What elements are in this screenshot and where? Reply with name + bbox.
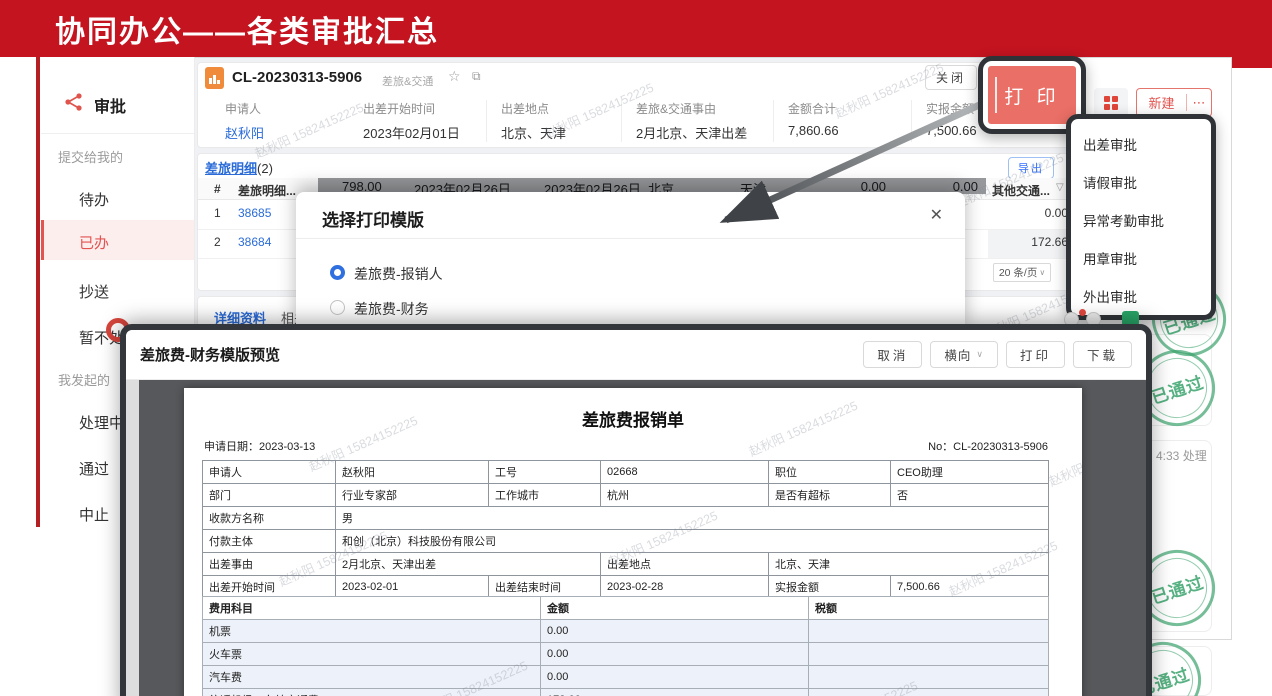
radio-template-reimburser[interactable] (330, 265, 345, 280)
new-approval-menu: 出差审批 请假审批 异常考勤审批 用章审批 外出审批 (1066, 114, 1216, 320)
print-confirm-button[interactable]: 打印 (1006, 341, 1065, 368)
dialog-divider (296, 238, 965, 239)
row-index: 1 (214, 206, 221, 220)
close-button[interactable]: 关闭 (925, 65, 977, 90)
doc-tag: 差旅&交通 (382, 73, 433, 89)
dialog-close-icon[interactable]: ✕ (930, 205, 943, 225)
detail-card-title: 差旅明细(2) (205, 158, 273, 177)
scrollbar[interactable] (126, 380, 139, 696)
print-template-dialog: 选择打印模版 ✕ 差旅费-报销人 差旅费-财务 (296, 192, 965, 332)
banner-corner (1232, 0, 1272, 68)
filter-icon[interactable]: ▽ (1056, 182, 1064, 193)
menu-item-business-trip[interactable]: 出差审批 (1071, 125, 1211, 163)
sidebar-item-processing[interactable]: 处理中 (79, 412, 124, 433)
radio-label-reimburser[interactable]: 差旅费-报销人 (354, 264, 443, 284)
row-other-value: 172.66 (990, 235, 1068, 249)
chevron-down-icon: ∨ (976, 349, 984, 360)
col-index-header: # (214, 182, 221, 196)
form-title: 差旅费报销单 (184, 406, 1082, 431)
slide-banner: 协同办公——各类审批汇总 (0, 0, 1272, 57)
row-id-link[interactable]: 38685 (238, 206, 271, 220)
row-other-value: 0.00 (990, 206, 1068, 220)
sidebar-section-submitted: 提交给我的 (58, 147, 123, 166)
slide-canvas: 协同办公——各类审批汇总 审批 提交给我的 待办 已办 抄送 暂不处理 我发起的… (0, 0, 1272, 696)
dialog-title: 选择打印模版 (322, 206, 424, 231)
export-button[interactable]: 导出 (1008, 157, 1054, 179)
preview-page: 差旅费报销单 申请日期：2023-03-13 No：CL-20230313-59… (184, 388, 1082, 696)
radio-label-finance[interactable]: 差旅费-财务 (354, 299, 429, 319)
external-link-icon[interactable]: ⧉ (472, 69, 481, 84)
menu-item-seal[interactable]: 用章审批 (1071, 239, 1211, 277)
sidebar-item-todo[interactable]: 待办 (79, 189, 109, 210)
print-button[interactable]: 打 印 (988, 66, 1076, 124)
sidebar-selected-bg (41, 220, 194, 260)
grid-icon (1104, 96, 1118, 110)
sidebar-item-done[interactable]: 已办 (79, 232, 109, 253)
download-button[interactable]: 下载 (1073, 341, 1132, 368)
print-button-divider (995, 77, 997, 113)
orientation-select[interactable]: 横向∨ (930, 341, 998, 368)
sidebar-app-title: 审批 (94, 93, 126, 117)
col-name-header: 差旅明细... (238, 182, 296, 199)
doc-field: 申请人赵秋阳 (225, 100, 363, 142)
detail-title-link[interactable]: 差旅明细 (205, 161, 257, 176)
menu-item-attendance[interactable]: 异常考勤审批 (1071, 201, 1211, 239)
apply-date: 申请日期：2023-03-13 (204, 438, 315, 454)
sidebar-section-initiated: 我发起的 (58, 370, 110, 389)
preview-overlay: 差旅费-财务模版预览 取消 横向∨ 打印 下载 差旅费报销单 申请日期：2023… (120, 324, 1152, 696)
preview-canvas: 差旅费报销单 申请日期：2023-03-13 No：CL-20230313-59… (126, 380, 1146, 696)
approval-app-icon (64, 92, 86, 112)
watermark-text: 赵秋阳 15824152225 (1045, 425, 1082, 490)
page-size-select[interactable]: 20 条/页∨ (993, 263, 1051, 282)
new-button-label: 新建 (1137, 93, 1186, 112)
sidebar-item-terminated[interactable]: 中止 (79, 504, 109, 525)
preview-header: 差旅费-财务模版预览 取消 横向∨ 打印 下载 (126, 330, 1146, 380)
applicant-link[interactable]: 赵秋阳 (225, 123, 363, 142)
doc-field: 出差开始时间2023年02月01日 (363, 100, 500, 142)
doc-field: 出差地点北京、天津 (486, 100, 621, 142)
sidebar-item-cc[interactable]: 抄送 (79, 281, 109, 302)
menu-item-outing[interactable]: 外出审批 (1071, 277, 1211, 315)
cancel-button[interactable]: 取消 (863, 341, 922, 368)
doc-fields-row: 申请人赵秋阳 出差开始时间2023年02月01日 出差地点北京、天津 差旅&交通… (225, 100, 1031, 142)
info-table: 申请人赵秋阳工号02668职位CEO助理 部门行业专家部工作城市杭州是否有超标否… (202, 460, 1049, 599)
sidebar-divider (41, 133, 194, 134)
slide-title: 协同办公——各类审批汇总 (55, 7, 439, 51)
doc-field: 差旅&交通事由2月北京、天津出差 (621, 100, 773, 142)
radio-template-finance[interactable] (330, 300, 345, 315)
star-icon[interactable]: ☆ (448, 68, 461, 85)
menu-item-leave[interactable]: 请假审批 (1071, 163, 1211, 201)
doc-id: CL-20230313-5906 (232, 69, 362, 86)
doc-field: 金额合计7,860.66 (773, 100, 911, 142)
row-index: 2 (214, 235, 221, 249)
doc-number: No：CL-20230313-5906 (928, 438, 1048, 454)
fee-table: 费用科目金额税额 机票0.00 火车票0.00 汽车费0.00 往返机场、车站交… (202, 596, 1049, 696)
sidebar-item-passed[interactable]: 通过 (79, 458, 109, 479)
flow-time-note: 4:33 处理 (1156, 447, 1207, 464)
notification-badge (1079, 309, 1086, 316)
row-id-link[interactable]: 38684 (238, 235, 271, 249)
preview-title: 差旅费-财务模版预览 (140, 344, 280, 365)
document-icon (205, 67, 224, 89)
col-other-header: 其他交通... (992, 182, 1050, 199)
new-button[interactable]: 新建 ⋯ (1136, 88, 1212, 117)
new-more-icon[interactable]: ⋯ (1187, 95, 1211, 111)
